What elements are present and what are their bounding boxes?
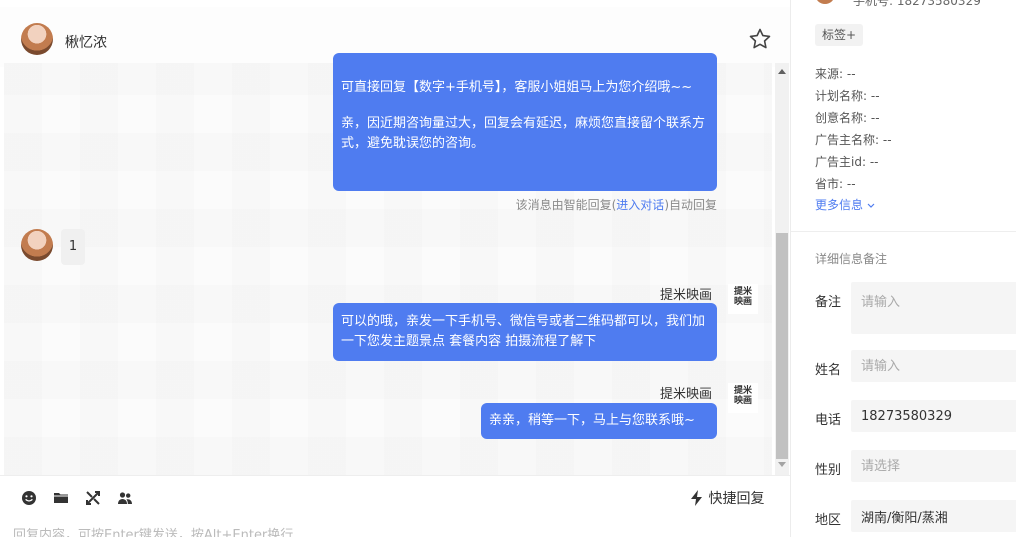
quick-reply-button[interactable]: 快捷回复 xyxy=(690,488,764,508)
phone-label: 电话 xyxy=(815,413,842,428)
message-list[interactable]: 可直接回复【数字+手机号】，客服小姐姐马上为您介绍哦~~ 亲，因近期咨询量过大，… xyxy=(4,53,772,475)
name-field[interactable] xyxy=(851,350,1016,382)
customer-avatar xyxy=(21,229,53,261)
info-avatar xyxy=(815,0,835,4)
info-province-city: 省市: -- xyxy=(815,177,856,191)
info-phone-header: 手机号: 18273580329 xyxy=(853,0,981,8)
name-label: 姓名 xyxy=(815,363,842,378)
auto-note-suffix: )自动回复 xyxy=(664,198,717,212)
gender-label: 性别 xyxy=(815,463,842,478)
detail-section-title: 详细信息备注 xyxy=(815,252,888,266)
more-info-label: 更多信息 xyxy=(815,198,864,212)
emoji-icon[interactable] xyxy=(21,490,37,506)
agent-message: 可以的哦，亲发一下手机号、微信号或者二维码都可以，我们加一下您发主题景点 套餐内… xyxy=(333,303,717,361)
agent-logo: 提米 映画 xyxy=(728,383,758,413)
region-select[interactable] xyxy=(851,500,1016,532)
input-toolbar: 快捷回复 xyxy=(0,475,790,521)
quick-reply-label: 快捷回复 xyxy=(708,491,765,507)
info-advertiser-id: 广告主id: -- xyxy=(815,155,879,169)
message-scrollbar[interactable] xyxy=(775,63,789,475)
region-label: 地区 xyxy=(815,513,842,528)
gender-select[interactable] xyxy=(851,450,1016,482)
contact-name: 楸忆浓 xyxy=(65,35,107,51)
auto-reply-bubble: 可直接回复【数字+手机号】，客服小姐姐马上为您介绍哦~~ 亲，因近期咨询量过大，… xyxy=(333,53,717,191)
auto-reply-text-2: 亲，因近期咨询量过大，回复会有延迟，麻烦您直接留个联系方式，避免耽误您的咨询。 xyxy=(341,116,706,151)
remark-label: 备注 xyxy=(815,295,842,310)
remark-field[interactable] xyxy=(851,282,1016,334)
lightning-icon xyxy=(691,490,702,506)
chevron-down-icon xyxy=(867,203,875,208)
contact-avatar xyxy=(21,23,53,55)
users-icon[interactable] xyxy=(117,490,133,506)
auto-reply-text-1: 可直接回复【数字+手机号】，客服小姐姐马上为您介绍哦~~ xyxy=(341,80,693,95)
transfer-icon[interactable] xyxy=(85,490,101,506)
scroll-thumb[interactable] xyxy=(776,233,788,459)
divider xyxy=(791,231,1016,232)
chat-panel: 楸忆浓 可直接回复【数字+手机号】，客服小姐姐马上为您介绍哦~~ 亲，因近期咨询… xyxy=(0,0,791,537)
phone-field[interactable] xyxy=(851,400,1016,432)
agent-logo: 提米 映画 xyxy=(728,284,758,314)
scroll-up-arrow[interactable] xyxy=(778,69,786,74)
info-plan-name: 计划名称: -- xyxy=(815,89,880,103)
auto-note-prefix: 该消息由智能回复( xyxy=(515,198,617,212)
info-creative-name: 创意名称: -- xyxy=(815,111,880,125)
more-info-link[interactable]: 更多信息 xyxy=(815,196,875,213)
star-icon[interactable] xyxy=(748,27,772,51)
agent-message: 亲亲，稍等一下，马上与您联系哦~ xyxy=(481,403,717,439)
customer-info-panel: 手机号: 18273580329 标签+ 来源: -- 计划名称: -- 创意名… xyxy=(791,0,1016,537)
agent-name: 提米映画 xyxy=(660,387,713,402)
add-tag-button[interactable]: 标签+ xyxy=(815,24,864,46)
enter-conversation-link[interactable]: 进入对话 xyxy=(616,198,664,212)
reply-input-placeholder[interactable]: 回复内容，可按Enter键发送，按Alt+Enter换行 xyxy=(13,524,293,537)
info-source: 来源: -- xyxy=(815,67,856,81)
info-advertiser-name: 广告主名称: -- xyxy=(815,133,892,147)
customer-message: 1 xyxy=(61,229,85,265)
scroll-down-arrow[interactable] xyxy=(778,462,786,467)
auto-reply-note: 该消息由智能回复(进入对话)自动回复 xyxy=(516,196,717,213)
folder-icon[interactable] xyxy=(53,490,69,506)
agent-name: 提米映画 xyxy=(660,288,713,303)
